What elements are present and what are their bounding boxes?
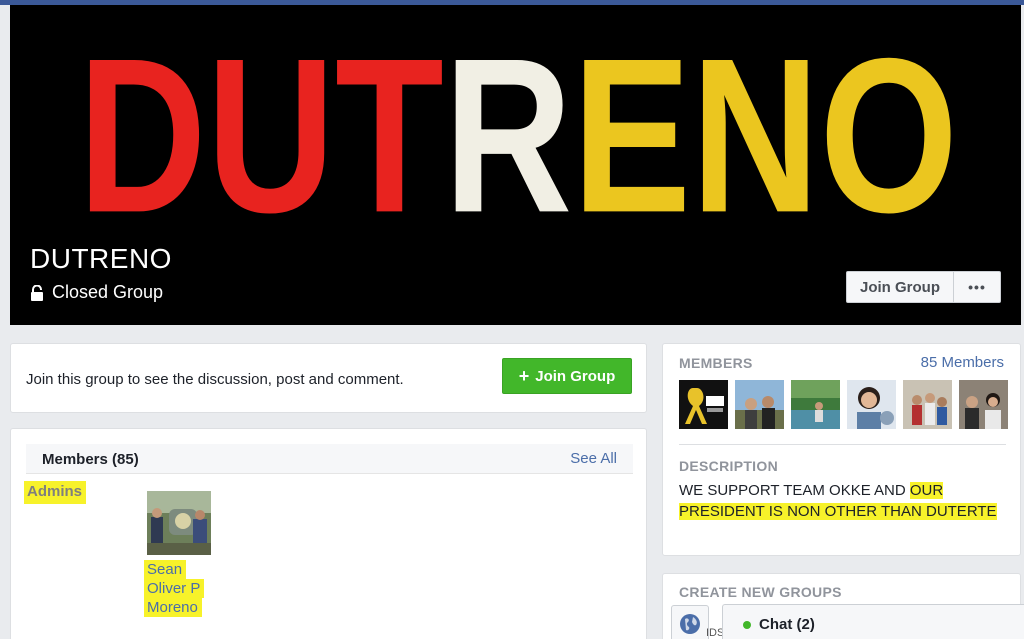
members-count-link[interactable]: 85 Members: [921, 354, 1004, 371]
member-thumbnail[interactable]: [847, 380, 896, 429]
group-privacy: Closed Group: [30, 282, 163, 303]
join-prompt-text: Join this group to see the discussion, p…: [26, 371, 404, 388]
plus-icon: +: [518, 365, 530, 386]
about-sidebar-card: MEMBERS 85 Members DESCRIPTION WE SUPPOR…: [662, 343, 1021, 556]
more-options-button[interactable]: •••: [954, 271, 1001, 303]
members-title: Members (85): [42, 451, 139, 468]
dutreno-logo: DUTRENO: [78, 31, 958, 251]
admins-label: Admins: [24, 481, 87, 504]
group-description: WE SUPPORT TEAM OKKE AND OUR PRESIDENT I…: [679, 480, 999, 522]
admin-name-line: Moreno: [144, 598, 202, 617]
join-group-button[interactable]: Join Group: [846, 271, 954, 303]
member-thumbnail[interactable]: [791, 380, 840, 429]
member-thumbnails: [679, 380, 1008, 429]
globe-icon: [680, 614, 700, 634]
group-name: DUTRENO: [30, 243, 172, 274]
privacy-label: Closed Group: [52, 282, 164, 302]
sidebar-divider: [679, 444, 1006, 445]
online-status-dot-icon: [743, 621, 751, 629]
member-thumbnail[interactable]: [735, 380, 784, 429]
member-thumbnail[interactable]: [959, 380, 1008, 429]
members-header: Members (85) See All: [26, 444, 633, 474]
chat-label: Chat (2): [759, 616, 815, 633]
join-group-label: Join Group: [535, 367, 616, 385]
description-text: WE SUPPORT TEAM OKKE AND: [679, 482, 910, 499]
globe-icon-button[interactable]: [671, 605, 709, 639]
unlocked-padlock-icon: [31, 284, 43, 301]
join-group-primary-button[interactable]: + Join Group: [502, 358, 632, 394]
members-section-label: MEMBERS: [679, 355, 753, 371]
description-section-label: DESCRIPTION: [679, 458, 778, 474]
admin-name-line: Oliver P: [144, 579, 205, 598]
join-prompt-card: Join this group to see the discussion, p…: [10, 343, 647, 413]
member-thumbnail[interactable]: [903, 380, 952, 429]
create-groups-label: CREATE NEW GROUPS: [679, 584, 842, 600]
group-cover-photo: DUTRENO DUTRENO Closed Group Join Group …: [10, 5, 1021, 325]
svg-text:DUTRENO: DUTRENO: [78, 31, 958, 251]
admin-avatar[interactable]: [147, 491, 211, 555]
admin-name-line: Sean: [144, 560, 187, 579]
admin-name[interactable]: Sean Oliver P Moreno: [144, 560, 205, 617]
members-card: Members (85) See All Admins Sean Oliver …: [10, 428, 647, 639]
chat-tab[interactable]: Chat (2): [722, 604, 1024, 639]
see-all-link[interactable]: See All: [570, 450, 617, 467]
cover-actions: Join Group •••: [846, 271, 1001, 303]
member-thumbnail[interactable]: [679, 380, 728, 429]
